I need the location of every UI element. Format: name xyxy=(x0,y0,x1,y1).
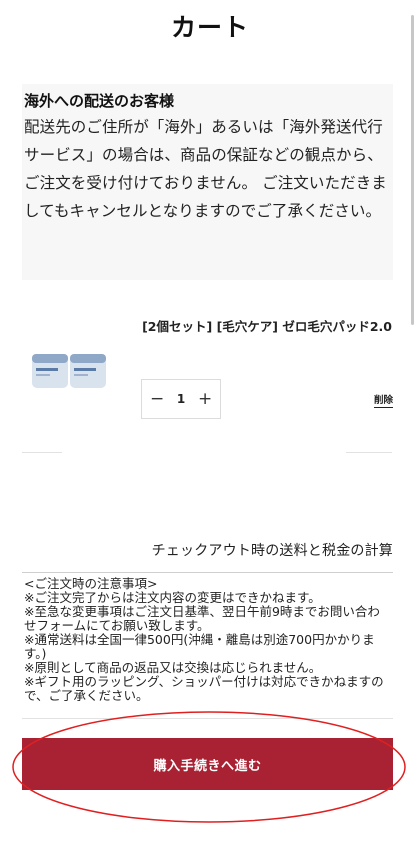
decrease-quantity-button[interactable]: − xyxy=(150,389,164,409)
product-image[interactable] xyxy=(30,350,115,390)
scrollbar[interactable] xyxy=(411,15,414,325)
notice-heading: 海外への配送のお客様 xyxy=(24,92,175,110)
page-title: カート xyxy=(170,13,249,42)
divider xyxy=(346,452,392,453)
increase-quantity-button[interactable]: + xyxy=(198,389,212,409)
notice-body: 配送先のご住所が「海外」あるいは「海外発送代行サービス」の場合は、商品の保証など… xyxy=(24,118,387,220)
checkout-button[interactable]: 購入手続きへ進む xyxy=(22,738,393,790)
delete-item-link[interactable]: 削除 xyxy=(373,392,393,408)
shipping-tax-note: チェックアウト時の送料と税金の計算 xyxy=(151,543,393,559)
product-name[interactable]: [2個セット] [毛穴ケア] ゼロ毛穴パッド2.0 xyxy=(130,316,392,335)
order-notes-field[interactable]: <ご注文時の注意事項> ※ご注文完了からは注文内容の変更はできかねます。 ※至急… xyxy=(22,572,393,708)
divider xyxy=(22,718,393,719)
checkout-button-label: 購入手続きへ進む xyxy=(153,758,262,774)
divider xyxy=(22,452,62,453)
quantity-value[interactable]: 1 xyxy=(177,392,185,406)
quantity-stepper[interactable]: − 1 + xyxy=(141,379,221,419)
overseas-shipping-notice: 海外への配送のお客様 配送先のご住所が「海外」あるいは「海外発送代行サービス」の… xyxy=(22,84,393,280)
